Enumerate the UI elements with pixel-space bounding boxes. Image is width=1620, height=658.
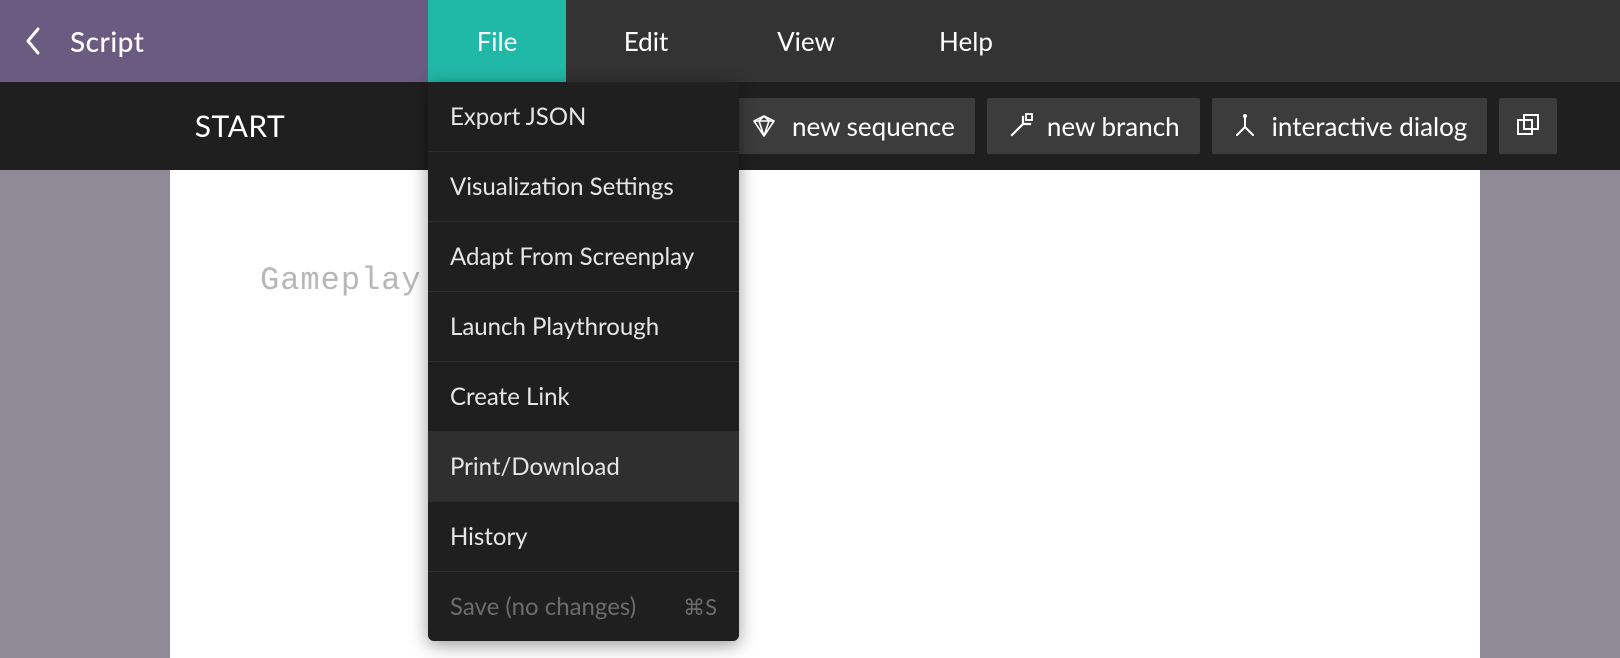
page-canvas[interactable]: Gameplay xyxy=(170,170,1480,658)
file-menu-item[interactable]: Visualization Settings xyxy=(428,152,739,222)
diamond-icon xyxy=(750,114,778,138)
top-menu-bar: Script File Edit View Help xyxy=(0,0,1620,82)
file-menu-item[interactable]: History xyxy=(428,502,739,572)
file-menu-item-label: Print/Download xyxy=(450,452,620,481)
start-area: START xyxy=(0,108,480,144)
menu-file[interactable]: File xyxy=(428,0,566,82)
file-menu-item-label: Launch Playthrough xyxy=(450,312,659,341)
branch-icon xyxy=(1007,113,1033,139)
file-dropdown: Export JSON Visualization Settings Adapt F… xyxy=(428,82,739,641)
file-menu-item-label: Visualization Settings xyxy=(450,172,674,201)
new-sequence-button[interactable]: new sequence xyxy=(730,98,975,154)
file-menu-item[interactable]: Launch Playthrough xyxy=(428,292,739,362)
start-label: START xyxy=(195,108,286,144)
menu-view[interactable]: View xyxy=(726,0,886,82)
file-menu-item-label: Adapt From Screenplay xyxy=(450,242,694,271)
file-menu-item[interactable]: Print/Download xyxy=(428,432,739,502)
file-menu-item-label: Create Link xyxy=(450,382,570,411)
toolbar: START new sequence new branch interactiv… xyxy=(0,82,1620,170)
menu-help[interactable]: Help xyxy=(886,0,1046,82)
script-header: Script xyxy=(0,0,428,82)
page-placeholder: Gameplay xyxy=(260,262,422,299)
menu-edit[interactable]: Edit xyxy=(566,0,726,82)
file-menu-item-label: Save (no changes) xyxy=(450,592,636,621)
interactive-dialog-button[interactable]: interactive dialog xyxy=(1212,98,1488,154)
interactive-dialog-label: interactive dialog xyxy=(1272,110,1468,142)
shortcut-label: ⌘S xyxy=(683,593,717,621)
script-label: Script xyxy=(70,24,144,58)
tool-buttons: new sequence new branch interactive dial… xyxy=(730,98,1557,154)
file-menu-item: Save (no changes) ⌘S xyxy=(428,572,739,641)
file-menu-item[interactable]: Create Link xyxy=(428,362,739,432)
new-sequence-label: new sequence xyxy=(792,110,955,142)
file-menu-item-label: History xyxy=(450,522,528,551)
new-branch-button[interactable]: new branch xyxy=(987,98,1200,154)
file-menu-item[interactable]: Adapt From Screenplay xyxy=(428,222,739,292)
file-menu-item-label: Export JSON xyxy=(450,102,586,131)
file-menu-item[interactable]: Export JSON xyxy=(428,82,739,152)
new-branch-label: new branch xyxy=(1047,110,1180,142)
dialog-icon xyxy=(1232,113,1258,139)
copy-icon xyxy=(1515,113,1541,139)
back-icon[interactable] xyxy=(24,26,42,56)
copy-button[interactable] xyxy=(1499,98,1557,154)
